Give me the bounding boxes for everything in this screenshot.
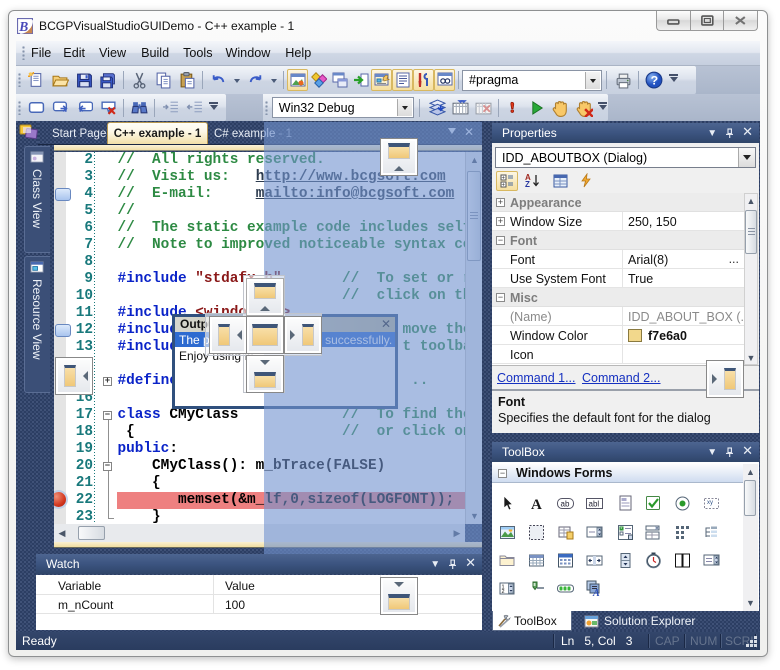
- svg-text:Z: Z: [525, 180, 530, 188]
- svg-text:+: +: [502, 175, 506, 181]
- svg-text:A: A: [531, 497, 542, 512]
- svg-text:A: A: [592, 588, 600, 597]
- svg-text:+: +: [502, 182, 506, 188]
- svg-text:B: B: [18, 19, 28, 34]
- svg-text:2: 2: [502, 589, 505, 595]
- svg-text:ab: ab: [561, 500, 570, 509]
- svg-text:xy: xy: [707, 500, 713, 506]
- svg-text:?: ?: [651, 74, 659, 88]
- svg-text:abl: abl: [589, 500, 600, 509]
